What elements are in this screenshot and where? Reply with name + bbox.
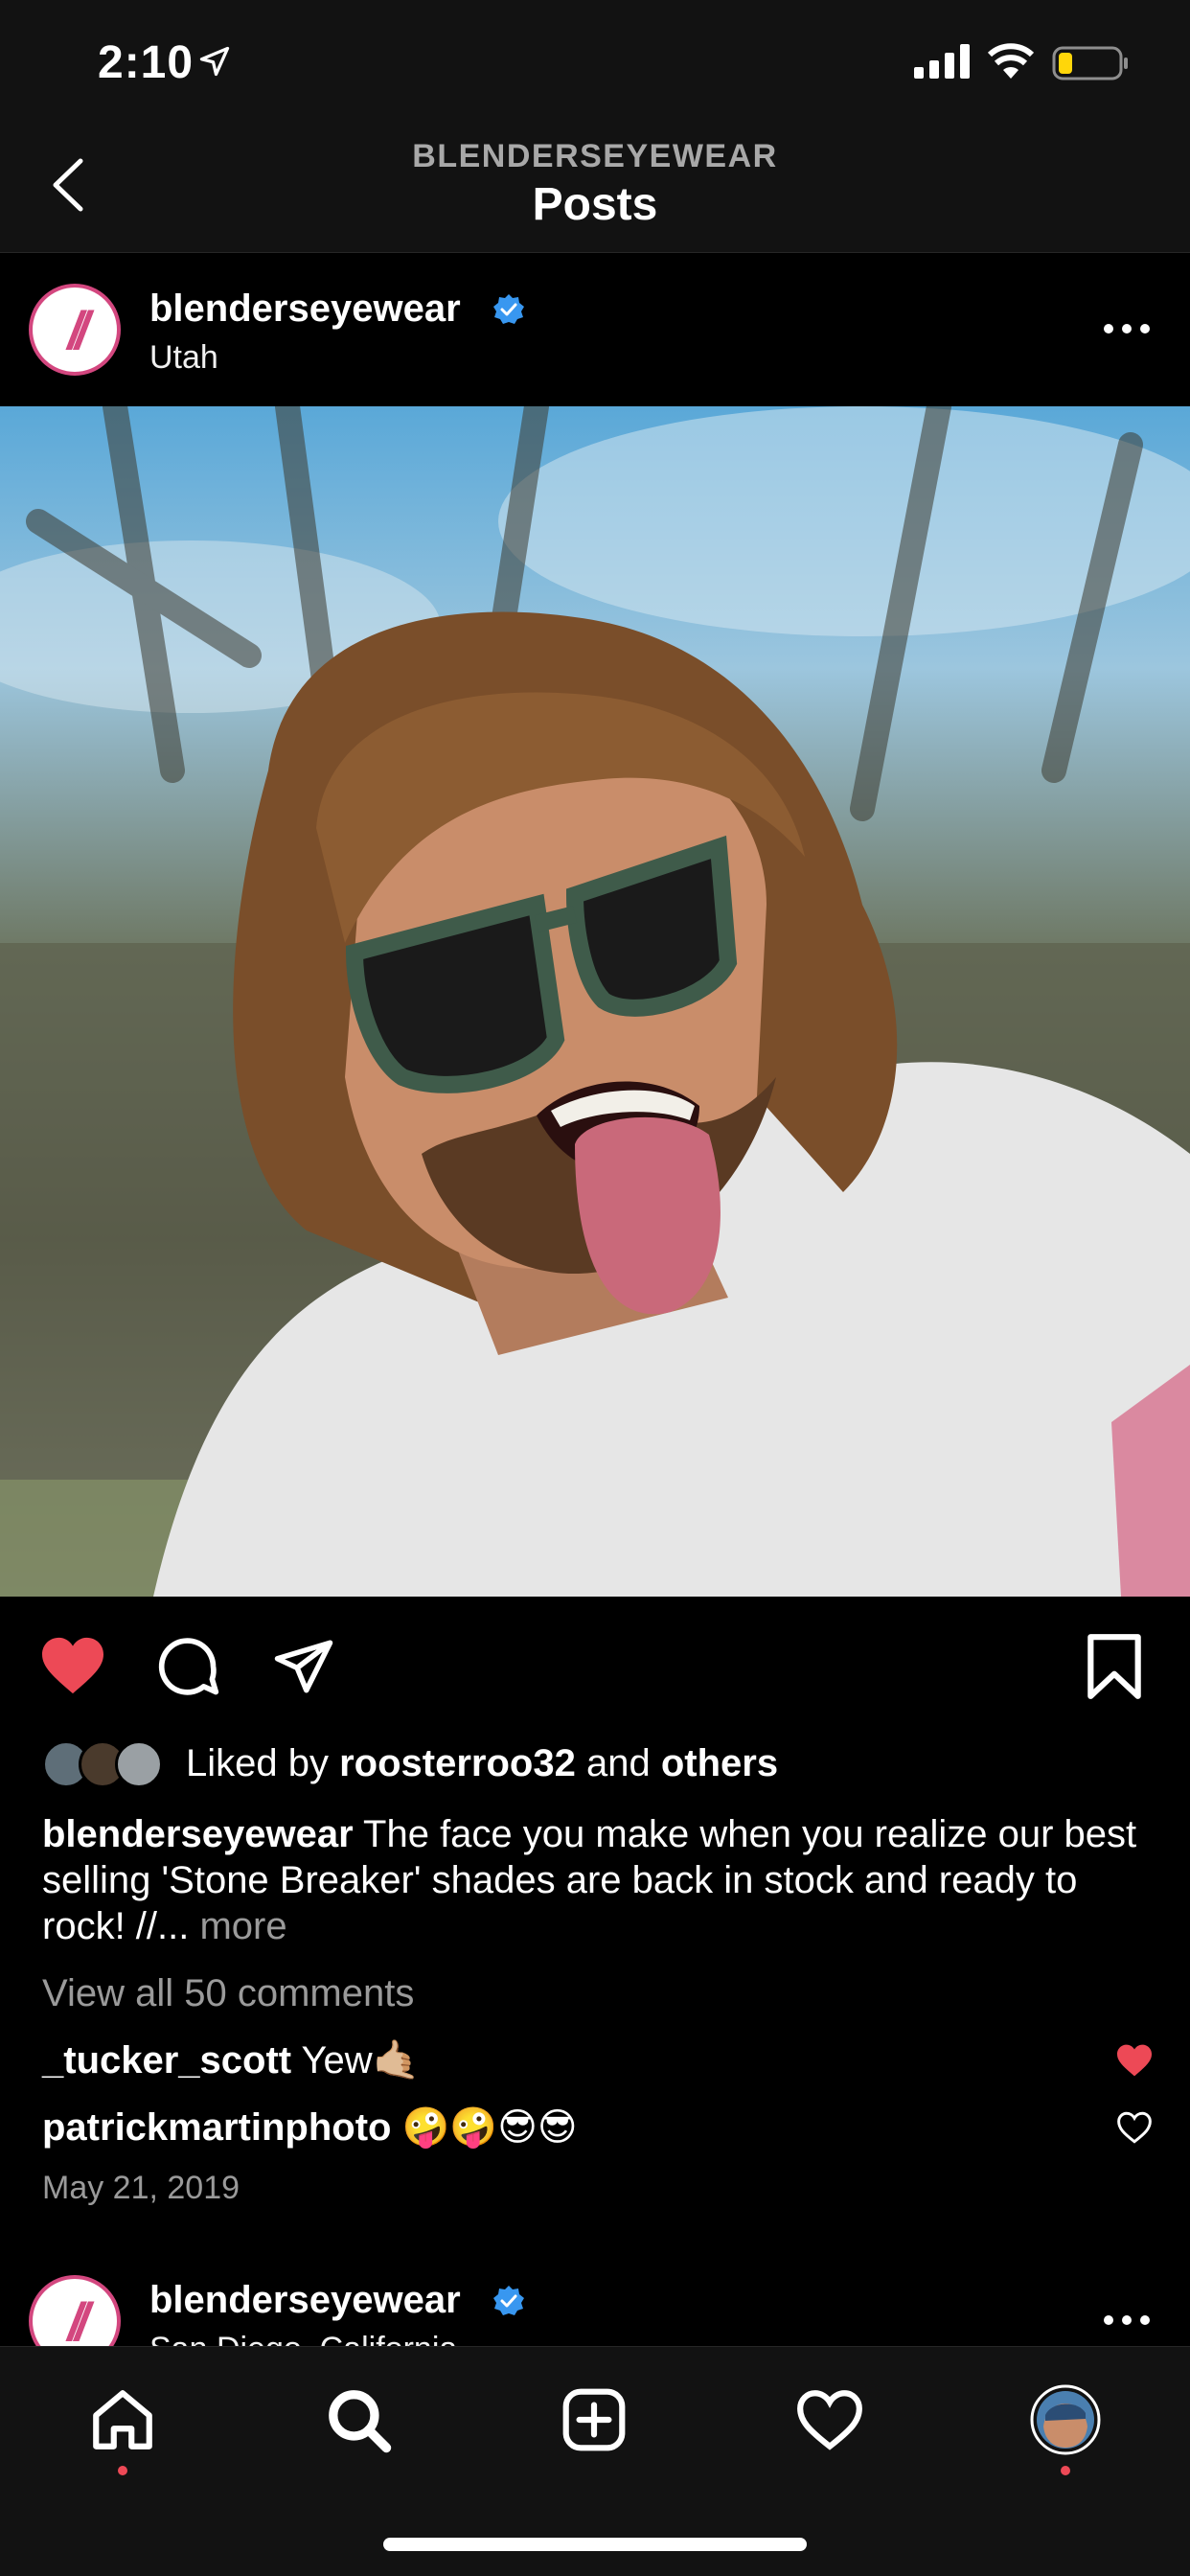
comment-username[interactable]: patrickmartinphoto xyxy=(42,2106,391,2149)
top-bar: 2:10 BLENDERSEYEWEAR Posts xyxy=(0,0,1190,253)
comment-like-outline-icon[interactable] xyxy=(1115,2110,1154,2145)
comment-row: patrickmartinphoto 🤪🤪😎😎 xyxy=(42,2104,578,2150)
home-icon xyxy=(93,2390,152,2450)
brand-logo-icon: // xyxy=(67,299,89,360)
comment-like-filled-icon[interactable] xyxy=(1115,2043,1154,2078)
tab-home[interactable] xyxy=(84,2381,161,2458)
liked-by-avatars xyxy=(42,1736,167,1790)
share-send-icon[interactable] xyxy=(270,1635,337,1698)
status-time: 2:10 xyxy=(98,37,195,88)
liked-by-row[interactable]: Liked by roosterroo32 and others xyxy=(42,1736,778,1790)
post-caption: blenderseyewear The face you make when y… xyxy=(42,1811,1154,1949)
verified-badge-icon xyxy=(493,2286,524,2315)
liked-by-user[interactable]: roosterroo32 xyxy=(339,1742,576,1784)
caption-username[interactable]: blenderseyewear xyxy=(42,1813,354,1855)
tab-new-post[interactable] xyxy=(556,2381,632,2458)
profile-avatar xyxy=(1030,2384,1101,2455)
post-username[interactable]: blenderseyewear xyxy=(149,288,461,331)
caption-more-link[interactable]: more xyxy=(199,1905,286,1947)
page-title: Posts xyxy=(532,179,658,230)
post-photo-illustration xyxy=(0,406,1190,1597)
home-indicator[interactable] xyxy=(383,2538,807,2551)
comment-row: _tucker_scott Yew🤙🏼 xyxy=(42,2037,420,2082)
wifi-icon xyxy=(987,43,1035,79)
next-post-username[interactable]: blenderseyewear xyxy=(149,2279,461,2322)
tab-profile[interactable] xyxy=(1027,2381,1104,2458)
battery-icon xyxy=(1052,46,1128,80)
post-date: May 21, 2019 xyxy=(42,2170,240,2206)
activity-heart-icon xyxy=(797,2390,862,2450)
liked-by-text: Liked by roosterroo32 and others xyxy=(186,1741,779,1784)
brand-logo-icon: // xyxy=(67,2290,89,2352)
post-avatar[interactable]: // xyxy=(29,284,121,376)
comment-icon[interactable] xyxy=(155,1635,222,1700)
like-heart-filled-icon[interactable] xyxy=(38,1635,107,1696)
cellular-signal-icon xyxy=(914,44,970,79)
comment-username[interactable]: _tucker_scott xyxy=(42,2039,291,2082)
comment-text: 🤪🤪😎😎 xyxy=(401,2106,578,2149)
new-post-icon xyxy=(562,2388,626,2451)
tab-search[interactable] xyxy=(320,2381,397,2458)
save-bookmark-icon[interactable] xyxy=(1083,1631,1146,1702)
next-post-options-icon[interactable] xyxy=(1104,2315,1150,2331)
post-location[interactable]: Utah xyxy=(149,339,218,377)
tab-activity[interactable] xyxy=(791,2381,868,2458)
home-notification-dot xyxy=(118,2466,127,2475)
comment-text: Yew🤙🏼 xyxy=(301,2039,421,2082)
liked-by-others[interactable]: others xyxy=(661,1742,778,1784)
profile-notification-dot xyxy=(1061,2466,1070,2475)
verified-badge-icon xyxy=(493,294,524,324)
post-options-icon[interactable] xyxy=(1104,324,1150,339)
location-arrow-icon xyxy=(199,46,230,77)
header-account-name: BLENDERSEYEWEAR xyxy=(412,138,778,174)
post-photo[interactable] xyxy=(0,406,1190,1597)
view-all-comments-link[interactable]: View all 50 comments xyxy=(42,1972,414,2015)
search-icon xyxy=(329,2390,392,2453)
